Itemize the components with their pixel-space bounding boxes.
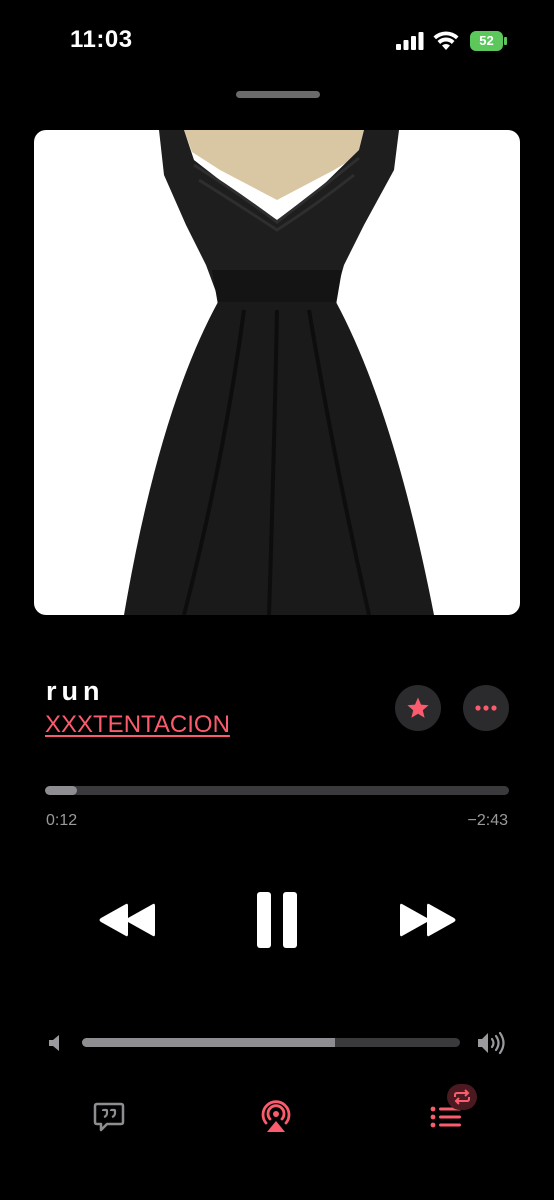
repeat-badge[interactable]: [447, 1084, 477, 1110]
volume-high-icon: [478, 1031, 505, 1055]
playback-scrubber[interactable]: [45, 786, 509, 795]
battery-percent: 52: [479, 33, 494, 48]
battery-indicator: 52: [470, 31, 503, 51]
volume-low-icon: [49, 1035, 59, 1051]
rewind-icon: [99, 903, 155, 937]
artist-link[interactable]: XXXTENTACION: [45, 711, 230, 739]
playback-progress-fill: [45, 786, 77, 795]
favorite-button[interactable]: [395, 685, 441, 731]
ellipsis-icon: [475, 705, 497, 711]
pause-button[interactable]: [250, 890, 304, 950]
remaining-time: −2:43: [467, 812, 508, 829]
pause-icon: [257, 892, 297, 948]
lyrics-button[interactable]: [92, 1100, 126, 1134]
wifi-icon: [433, 31, 459, 50]
fast-forward-button[interactable]: [396, 896, 460, 944]
elapsed-time: 0:12: [46, 812, 78, 829]
volume-slider[interactable]: [82, 1038, 460, 1047]
airplay-button[interactable]: [258, 1098, 294, 1134]
fast-forward-icon: [400, 903, 456, 937]
more-options-button[interactable]: [463, 685, 509, 731]
repeat-icon: [454, 1089, 470, 1105]
airplay-audio-icon: [261, 1100, 291, 1132]
song-title: run: [46, 676, 105, 706]
artwork-dress-image: [124, 130, 434, 615]
rewind-button[interactable]: [95, 896, 159, 944]
album-artwork: [34, 130, 520, 615]
volume-level-fill: [82, 1038, 336, 1047]
status-time: 11:03: [70, 26, 133, 53]
battery-cap-icon: [504, 37, 507, 45]
cellular-signal-icon: [396, 32, 424, 50]
star-icon: [407, 697, 429, 718]
lyrics-quote-icon: [93, 1102, 125, 1132]
sheet-grabber[interactable]: [236, 91, 320, 98]
